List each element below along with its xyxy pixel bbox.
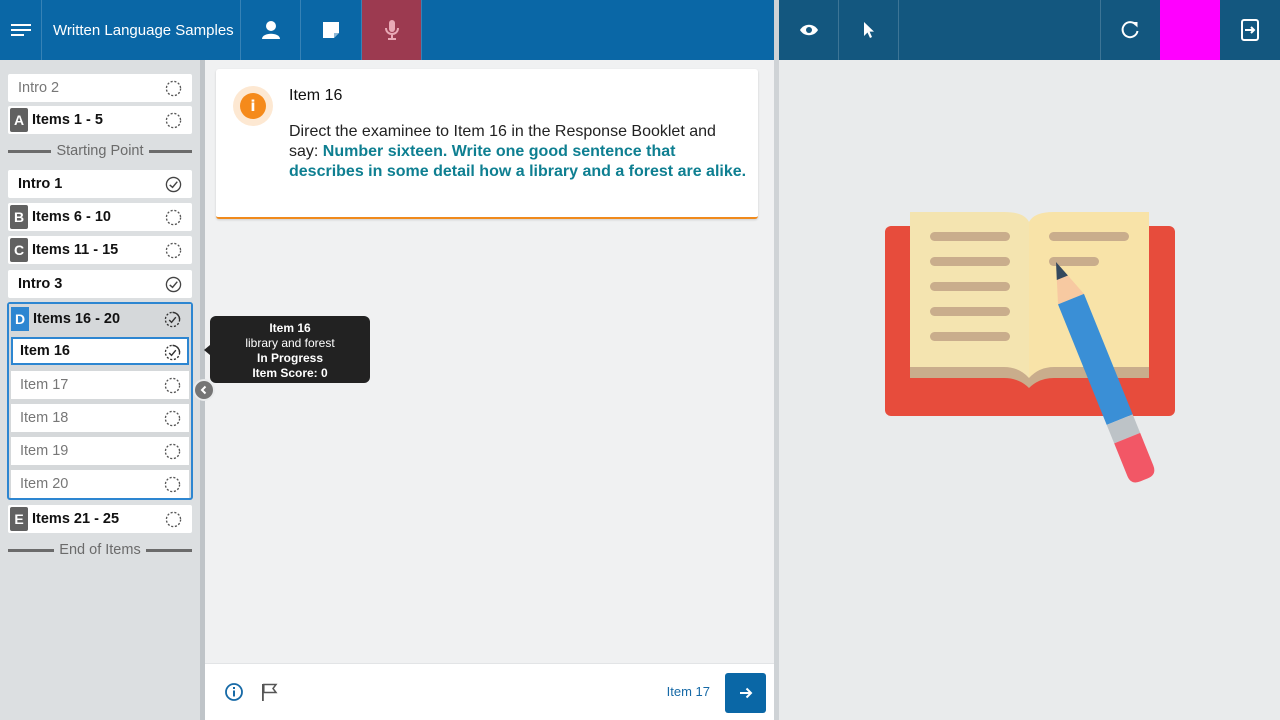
sidebar-item-intro-2[interactable]: Intro 2: [8, 74, 192, 102]
item-instruction-text: Direct the examinee to Item 16 in the Re…: [289, 122, 747, 182]
refresh-icon: [1121, 21, 1139, 39]
not-started-status-icon: [164, 476, 181, 493]
not-started-status-icon: [164, 410, 181, 427]
end-of-items-label: End of Items: [59, 542, 141, 558]
sidebar-item-label: Item 19: [20, 443, 69, 459]
sidebar-item-label: Items 1 - 5: [32, 112, 103, 128]
sidebar-item-item-19[interactable]: Item 19: [11, 437, 189, 465]
eye-icon: [799, 24, 818, 36]
sidebar-item-label: Items 21 - 25: [32, 511, 120, 527]
end-of-items-divider: End of Items: [8, 540, 192, 560]
notes-button[interactable]: [301, 0, 361, 60]
not-started-status-icon: [164, 443, 181, 460]
exit-screen-button[interactable]: [1220, 0, 1280, 60]
menu-button[interactable]: [0, 0, 42, 60]
color-swatch-button[interactable]: [1160, 0, 1220, 60]
section-badge: E: [10, 507, 28, 531]
next-item-label: Item 17: [666, 684, 710, 699]
cursor-pointer-icon: [863, 22, 874, 38]
not-started-status-icon: [165, 242, 182, 259]
item-tooltip: Item 16 library and forest In Progress I…: [210, 316, 370, 383]
section-badge: D: [11, 307, 29, 331]
sidebar-item-intro-1[interactable]: Intro 1: [8, 170, 192, 198]
sidebar-item-item-20[interactable]: Item 20: [11, 470, 189, 498]
microphone-button[interactable]: [362, 0, 421, 60]
not-started-status-icon: [165, 112, 182, 129]
app-title: Written Language Samples: [53, 22, 234, 39]
sidebar-item-label: Intro 3: [18, 276, 63, 292]
section-badge: C: [10, 238, 28, 262]
sidebar-item-item-17[interactable]: Item 17: [11, 371, 189, 399]
not-started-status-icon: [165, 80, 182, 97]
not-started-status-icon: [165, 209, 182, 226]
info-badge: i: [233, 86, 273, 126]
examinee-button[interactable]: [241, 0, 300, 60]
sidebar-item-label: Item 18: [20, 410, 69, 426]
book-and-pencil-illustration: [885, 212, 1175, 483]
sidebar-item-items-11-15[interactable]: C Items 11 - 15: [8, 236, 192, 264]
tooltip-status: In Progress: [256, 351, 324, 365]
sidebar-item-items-1-5[interactable]: A Items 1 - 5: [8, 106, 192, 134]
chevron-left-icon: [200, 385, 207, 395]
sidebar-item-label: Items 16 - 20: [33, 311, 121, 327]
next-item-button[interactable]: [725, 673, 766, 713]
collapse-sidebar-button[interactable]: [193, 379, 215, 401]
top-toolbar: Written Language Samples: [0, 0, 774, 60]
sidebar-item-item-16[interactable]: Item 16: [11, 337, 189, 365]
sidebar-item-label: Item 16: [20, 343, 70, 359]
pointer-button[interactable]: [839, 0, 898, 60]
tooltip-score: Item Score: 0: [252, 366, 328, 380]
starting-point-divider: Starting Point: [8, 141, 192, 161]
section-badge: A: [10, 108, 28, 132]
view-button[interactable]: [779, 0, 838, 60]
item-footer: Item 17: [205, 663, 774, 720]
not-started-status-icon: [165, 511, 182, 528]
info-icon: i: [240, 93, 266, 119]
arrow-right-icon: [739, 687, 752, 699]
sticky-note-icon: [323, 22, 339, 38]
complete-check-icon: [165, 276, 182, 293]
exit-screen-icon: [1241, 19, 1259, 41]
section-badge: B: [10, 205, 28, 229]
sidebar-item-items-21-25[interactable]: E Items 21 - 25: [8, 505, 192, 533]
say-prompt: Number sixteen. Write one good sentence …: [289, 143, 747, 180]
hamburger-menu-icon: [11, 24, 31, 36]
not-started-status-icon: [164, 377, 181, 394]
stimulus-pane: [779, 60, 1280, 720]
refresh-button[interactable]: [1101, 0, 1159, 60]
item-instruction-card: i Item 16 Direct the examinee to Item 16…: [216, 69, 758, 219]
sidebar-item-item-18[interactable]: Item 18: [11, 404, 189, 432]
sidebar-item-intro-3[interactable]: Intro 3: [8, 270, 192, 298]
sidebar-item-label: Item 17: [20, 377, 69, 393]
sidebar-item-label: Item 20: [20, 476, 69, 492]
in-progress-status-icon: [164, 344, 181, 361]
microphone-icon: [384, 20, 399, 40]
person-icon: [261, 21, 280, 39]
flag-icon[interactable]: [260, 682, 278, 702]
sidebar-item-label: Items 6 - 10: [32, 209, 111, 225]
complete-check-icon: [165, 176, 182, 193]
starting-point-label: Starting Point: [56, 143, 144, 159]
stimulus-toolbar: [779, 0, 1280, 60]
in-progress-status-icon: [164, 311, 181, 328]
sidebar-item-label: Items 11 - 15: [32, 242, 119, 258]
sidebar-item-label: Intro 2: [18, 80, 60, 96]
sidebar-item-items-16-20[interactable]: D Items 16 - 20: [9, 304, 191, 334]
tooltip-title: Item 16: [269, 321, 311, 335]
item-title: Item 16: [289, 87, 343, 104]
sidebar-item-items-6-10[interactable]: B Items 6 - 10: [8, 203, 192, 231]
tooltip-subtitle: library and forest: [245, 336, 335, 350]
sidebar-item-label: Intro 1: [18, 176, 63, 192]
info-icon[interactable]: [224, 682, 244, 702]
